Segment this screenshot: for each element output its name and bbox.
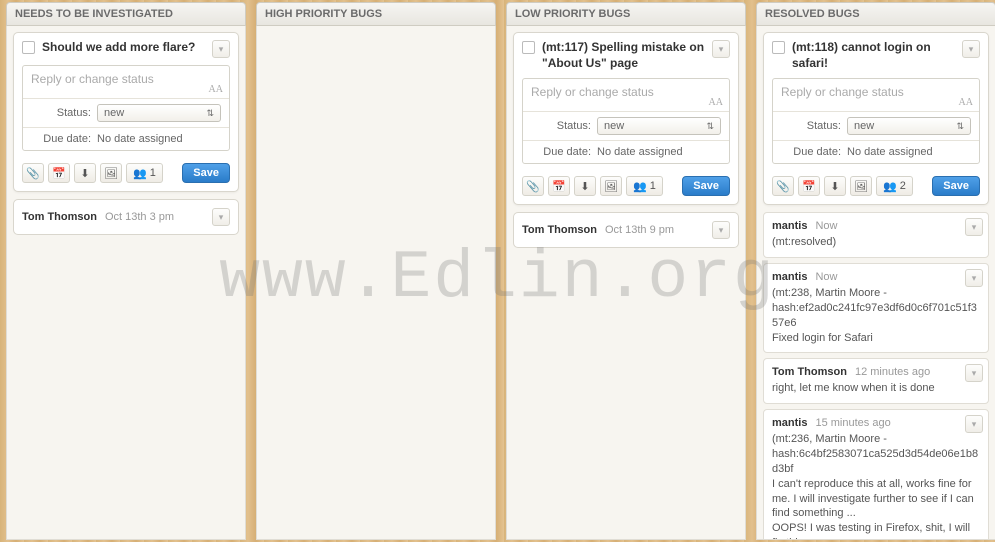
calendar-icon[interactable]: 📅 xyxy=(798,176,820,196)
activity-author: Tom Thomson xyxy=(522,224,597,236)
assignee-button[interactable]: 👥1 xyxy=(626,176,663,196)
column-body: (mt:117) Spelling mistake on "About Us" … xyxy=(506,26,746,540)
task-title: Should we add more flare? xyxy=(42,40,205,56)
column-body: (mt:118) cannot login on safari! ▾ Reply… xyxy=(756,26,995,540)
comment-body: (mt:238, Martin Moore - hash:ef2ad0c241f… xyxy=(772,286,980,345)
reply-input[interactable]: Reply or change status AA xyxy=(523,79,729,111)
save-button[interactable]: Save xyxy=(682,176,730,196)
save-button[interactable]: Save xyxy=(182,163,230,183)
card-toolbar: 📎 📅 ⬇ 🖼 👥1 Save xyxy=(14,159,238,191)
column-high-priority: HIGH PRIORITY BUGS xyxy=(256,2,496,540)
due-label: Due date: xyxy=(31,133,91,145)
comment: ▾ mantis Now (mt:238, Martin Moore - hash:e… xyxy=(763,263,989,353)
comment-body: right, let me know when it is done xyxy=(772,381,980,396)
status-select[interactable]: new xyxy=(847,117,971,135)
text-format-icon[interactable]: AA xyxy=(959,97,973,108)
assignee-button[interactable]: 👥2 xyxy=(876,176,913,196)
reply-input[interactable]: Reply or change status AA xyxy=(23,66,229,98)
comment-menu-button[interactable]: ▾ xyxy=(965,415,983,433)
activity-time: Oct 13th 3 pm xyxy=(105,211,174,223)
status-label: Status: xyxy=(531,120,591,132)
card-menu-button[interactable]: ▾ xyxy=(962,40,980,58)
due-value: No date assigned xyxy=(97,133,183,145)
text-format-icon[interactable]: AA xyxy=(709,97,723,108)
comment: ▾ mantis Now (mt:resolved) xyxy=(763,212,989,258)
save-button[interactable]: Save xyxy=(932,176,980,196)
comment: ▾ mantis 15 minutes ago (mt:236, Martin Moo… xyxy=(763,409,989,540)
column-header: HIGH PRIORITY BUGS xyxy=(256,2,496,26)
attach-icon[interactable]: 📎 xyxy=(772,176,794,196)
activity-author: Tom Thomson xyxy=(22,211,97,223)
comment-menu-button[interactable]: ▾ xyxy=(965,364,983,382)
due-value: No date assigned xyxy=(597,146,683,158)
task-checkbox[interactable] xyxy=(22,41,35,54)
calendar-icon[interactable]: 📅 xyxy=(48,163,70,183)
card-toolbar: 📎 📅 ⬇ 🖼 👥1 Save xyxy=(514,172,738,204)
activity-row: Tom Thomson Oct 13th 3 pm ▾ xyxy=(13,199,239,235)
comment-body: (mt:236, Martin Moore - hash:6c4bf258307… xyxy=(772,432,980,540)
activity-menu-button[interactable]: ▾ xyxy=(712,221,730,239)
reply-box: Reply or change status AA Status: new Du… xyxy=(522,78,730,164)
due-label: Due date: xyxy=(531,146,591,158)
task-card: (mt:118) cannot login on safari! ▾ Reply… xyxy=(763,32,989,205)
comment: ▾ Tom Thomson 12 minutes ago right, let me … xyxy=(763,358,989,404)
dropbox-icon[interactable]: ⬇ xyxy=(74,163,96,183)
comment-time: 15 minutes ago xyxy=(815,417,890,429)
comment-time: Now xyxy=(815,271,837,283)
activity-menu-button[interactable]: ▾ xyxy=(212,208,230,226)
column-body xyxy=(256,26,496,540)
column-low-priority: LOW PRIORITY BUGS (mt:117) Spelling mist… xyxy=(506,2,746,540)
activity-time: Oct 13th 9 pm xyxy=(605,224,674,236)
activity-row: Tom Thomson Oct 13th 9 pm ▾ xyxy=(513,212,739,248)
card-toolbar: 📎 📅 ⬇ 🖼 👥2 Save xyxy=(764,172,988,204)
assignee-button[interactable]: 👥1 xyxy=(126,163,163,183)
reply-box: Reply or change status AA Status: new Du… xyxy=(772,78,980,164)
column-header: LOW PRIORITY BUGS xyxy=(506,2,746,26)
column-investigate: NEEDS TO BE INVESTIGATED Should we add m… xyxy=(6,2,246,540)
image-icon[interactable]: 🖼 xyxy=(600,176,622,196)
task-title: (mt:118) cannot login on safari! xyxy=(792,40,955,71)
comment-author: Tom Thomson xyxy=(772,366,847,378)
task-checkbox[interactable] xyxy=(522,41,535,54)
text-format-icon[interactable]: AA xyxy=(209,84,223,95)
attach-icon[interactable]: 📎 xyxy=(522,176,544,196)
comment-menu-button[interactable]: ▾ xyxy=(965,269,983,287)
due-label: Due date: xyxy=(781,146,841,158)
status-select[interactable]: new xyxy=(597,117,721,135)
card-menu-button[interactable]: ▾ xyxy=(712,40,730,58)
task-card: Should we add more flare? ▾ Reply or cha… xyxy=(13,32,239,192)
comment-menu-button[interactable]: ▾ xyxy=(965,218,983,236)
due-value: No date assigned xyxy=(847,146,933,158)
column-header: RESOLVED BUGS xyxy=(756,2,995,26)
reply-box: Reply or change status AA Status: new Du… xyxy=(22,65,230,151)
status-label: Status: xyxy=(31,107,91,119)
comment-author: mantis xyxy=(772,417,807,429)
task-card: (mt:117) Spelling mistake on "About Us" … xyxy=(513,32,739,205)
dropbox-icon[interactable]: ⬇ xyxy=(574,176,596,196)
comment-author: mantis xyxy=(772,271,807,283)
comment-time: 12 minutes ago xyxy=(855,366,930,378)
comment-body: (mt:resolved) xyxy=(772,235,980,250)
column-resolved: RESOLVED BUGS (mt:118) cannot login on s… xyxy=(756,2,995,540)
attach-icon[interactable]: 📎 xyxy=(22,163,44,183)
column-body: Should we add more flare? ▾ Reply or cha… xyxy=(6,26,246,540)
task-checkbox[interactable] xyxy=(772,41,785,54)
reply-input[interactable]: Reply or change status AA xyxy=(773,79,979,111)
kanban-board: NEEDS TO BE INVESTIGATED Should we add m… xyxy=(0,0,995,542)
task-title: (mt:117) Spelling mistake on "About Us" … xyxy=(542,40,705,71)
card-menu-button[interactable]: ▾ xyxy=(212,40,230,58)
comment-time: Now xyxy=(815,220,837,232)
calendar-icon[interactable]: 📅 xyxy=(548,176,570,196)
comment-author: mantis xyxy=(772,220,807,232)
status-select[interactable]: new xyxy=(97,104,221,122)
dropbox-icon[interactable]: ⬇ xyxy=(824,176,846,196)
status-label: Status: xyxy=(781,120,841,132)
column-header: NEEDS TO BE INVESTIGATED xyxy=(6,2,246,26)
image-icon[interactable]: 🖼 xyxy=(100,163,122,183)
image-icon[interactable]: 🖼 xyxy=(850,176,872,196)
